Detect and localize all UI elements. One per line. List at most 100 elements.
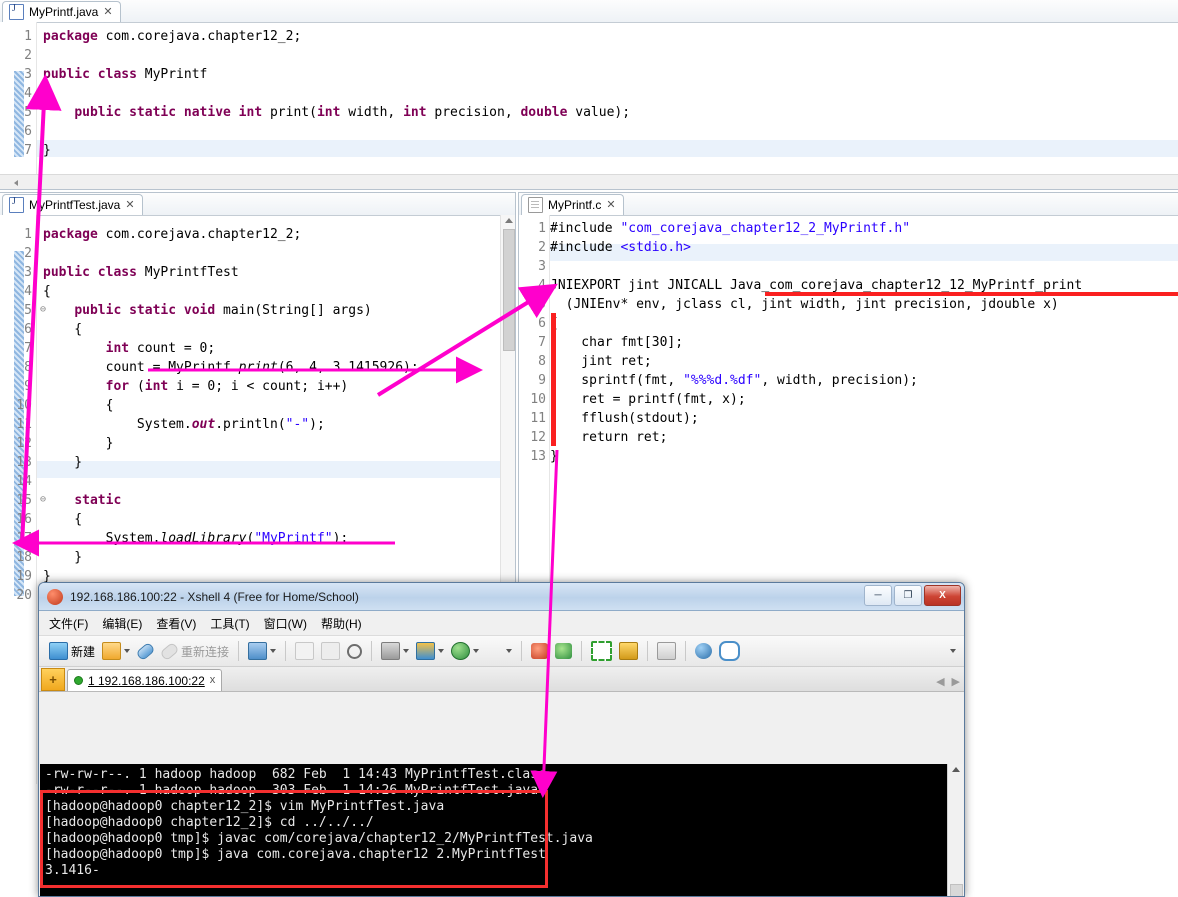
code-line[interactable]: public static void main(String[] args): [43, 303, 371, 318]
find-button[interactable]: [345, 643, 364, 660]
xshell-titlebar[interactable]: 192.168.186.100:22 - Xshell 4 (Free for …: [39, 583, 964, 611]
horizontal-scrollbar-top[interactable]: [0, 174, 1178, 189]
code-line[interactable]: {: [43, 322, 82, 337]
code-line[interactable]: {: [43, 398, 114, 413]
terminal-tab[interactable]: 1 192.168.186.100:22 x: [67, 669, 223, 691]
close-icon[interactable]: ✕: [103, 6, 112, 18]
open-session-button[interactable]: [100, 641, 132, 661]
code-line[interactable]: }: [43, 550, 82, 565]
code-line[interactable]: }: [550, 449, 558, 464]
tab-myprintftest-java[interactable]: MyPrintfTest.java ✕: [2, 194, 143, 215]
new-session-button[interactable]: 新建: [47, 641, 97, 661]
tab-myprintf-c[interactable]: MyPrintf.c ✕: [521, 194, 624, 215]
reconnect-button[interactable]: 重新连接: [159, 641, 231, 661]
paste-button[interactable]: [319, 641, 342, 661]
chevron-down-icon[interactable]: [270, 649, 277, 653]
scrollbar-thumb[interactable]: [950, 884, 963, 896]
code-line[interactable]: System.out.println("-");: [43, 417, 325, 432]
xshell-window[interactable]: 192.168.186.100:22 - Xshell 4 (Free for …: [38, 582, 965, 897]
transfer-button[interactable]: [414, 641, 446, 661]
tab-next-icon[interactable]: ▶: [952, 675, 960, 688]
code-token: print: [238, 360, 278, 375]
editor-code-top[interactable]: package com.corejava.chapter12_2;public …: [37, 22, 1178, 189]
close-icon[interactable]: ✕: [125, 199, 134, 211]
chevron-down-icon[interactable]: [506, 649, 513, 653]
maximize-button[interactable]: ❐: [894, 585, 922, 606]
code-line[interactable]: #include <stdio.h>: [550, 240, 691, 255]
code-line[interactable]: for (int i = 0; i < count; i++): [43, 379, 349, 394]
scroll-up-arrow[interactable]: [505, 218, 513, 223]
close-icon[interactable]: ✕: [606, 199, 615, 211]
code-line[interactable]: (JNIEnv* env, jclass cl, jint width, jin…: [550, 297, 1059, 312]
window-controls[interactable]: ─ ❐ X: [864, 585, 961, 606]
code-line[interactable]: System.loadLibrary("MyPrintf");: [43, 531, 349, 546]
terminal-output[interactable]: -rw-rw-r--. 1 hadoop hadoop 682 Feb 1 14…: [40, 764, 963, 896]
menu-file[interactable]: 文件(F): [49, 615, 88, 632]
chevron-down-icon[interactable]: [403, 649, 410, 653]
code-line[interactable]: fflush(stdout);: [550, 411, 698, 426]
tab-myprintf-java[interactable]: MyPrintf.java ✕: [2, 1, 121, 22]
scroll-up-arrow[interactable]: [952, 767, 960, 772]
code-line[interactable]: public class MyPrintf: [43, 67, 207, 82]
connect-button[interactable]: [135, 641, 156, 661]
code-line[interactable]: {: [43, 86, 51, 101]
chevron-down-icon[interactable]: [473, 649, 480, 653]
code-line[interactable]: static: [43, 493, 121, 508]
code-line[interactable]: jint ret;: [550, 354, 651, 369]
copy-button[interactable]: [293, 641, 316, 661]
xftp-button[interactable]: [529, 642, 550, 660]
terminal-scrollbar[interactable]: [947, 764, 963, 896]
chevron-down-icon[interactable]: [438, 649, 445, 653]
minimize-button[interactable]: ─: [864, 585, 892, 606]
close-button[interactable]: X: [924, 585, 961, 606]
code-token: );: [332, 531, 349, 546]
xshell-toolbar[interactable]: 新建 重新连接: [39, 636, 964, 667]
fullscreen-button[interactable]: [589, 640, 614, 662]
browser-button[interactable]: [449, 641, 481, 661]
menu-tools[interactable]: 工具(T): [210, 615, 249, 632]
session-manager-button[interactable]: [246, 641, 278, 661]
menu-help[interactable]: 帮助(H): [321, 615, 362, 632]
xshell-tabbar[interactable]: + 1 192.168.186.100:22 x ◀ ▶: [39, 667, 964, 692]
menu-view[interactable]: 查看(V): [156, 615, 196, 632]
line-number: 9: [24, 379, 32, 394]
code-line[interactable]: count = MyPrintf.print(6, 4, 3.1415926);: [43, 360, 419, 375]
code-line[interactable]: char fmt[30];: [550, 335, 683, 350]
code-token: MyPrintf: [144, 67, 208, 82]
code-line[interactable]: {: [43, 284, 51, 299]
tab-nav-arrows[interactable]: ◀ ▶: [936, 675, 960, 688]
chevron-down-icon[interactable]: [124, 649, 131, 653]
code-token: JNIEXPORT jint JNICALL Java_com_corejava…: [550, 278, 1083, 293]
close-icon[interactable]: x: [210, 675, 216, 686]
code-line[interactable]: int count = 0;: [43, 341, 216, 356]
code-line[interactable]: JNIEXPORT jint JNICALL Java_com_corejava…: [550, 278, 1082, 293]
feedback-button[interactable]: [717, 640, 742, 662]
code-line[interactable]: }: [43, 455, 82, 470]
tab-prev-icon[interactable]: ◀: [936, 675, 944, 688]
code-line[interactable]: public class MyPrintfTest: [43, 265, 239, 280]
code-line[interactable]: public static native int print(int width…: [43, 105, 630, 120]
toolbar-overflow-icon[interactable]: [950, 649, 956, 653]
code-line[interactable]: }: [43, 143, 51, 158]
xagent-button[interactable]: [553, 642, 574, 660]
font-button[interactable]: [484, 642, 514, 660]
code-line[interactable]: {: [43, 512, 82, 527]
editor-myprintf-java[interactable]: MyPrintf.java ✕ 1 2 3 4 5 6 7 package com.core…: [0, 0, 1178, 190]
new-tab-button[interactable]: +: [41, 668, 65, 691]
code-line[interactable]: sprintf(fmt, "%%%d.%df", width, precisio…: [550, 373, 918, 388]
code-line[interactable]: }: [43, 436, 114, 451]
xshell-menubar[interactable]: 文件(F) 编辑(E) 查看(V) 工具(T) 窗口(W) 帮助(H): [39, 611, 964, 636]
scrollbar-thumb[interactable]: [503, 229, 515, 351]
code-line[interactable]: package com.corejava.chapter12_2;: [43, 227, 301, 242]
menu-window[interactable]: 窗口(W): [264, 615, 307, 632]
keyboard-button[interactable]: [655, 641, 678, 661]
code-line[interactable]: return ret;: [550, 430, 667, 445]
lock-button[interactable]: [617, 641, 640, 661]
help-button[interactable]: [693, 642, 714, 660]
code-token: {: [43, 86, 51, 101]
code-line[interactable]: package com.corejava.chapter12_2;: [43, 29, 301, 44]
print-button[interactable]: [379, 641, 411, 661]
code-line[interactable]: #include "com_corejava_chapter12_2_MyPri…: [550, 221, 910, 236]
code-line[interactable]: ret = printf(fmt, x);: [550, 392, 745, 407]
menu-edit[interactable]: 编辑(E): [102, 615, 142, 632]
